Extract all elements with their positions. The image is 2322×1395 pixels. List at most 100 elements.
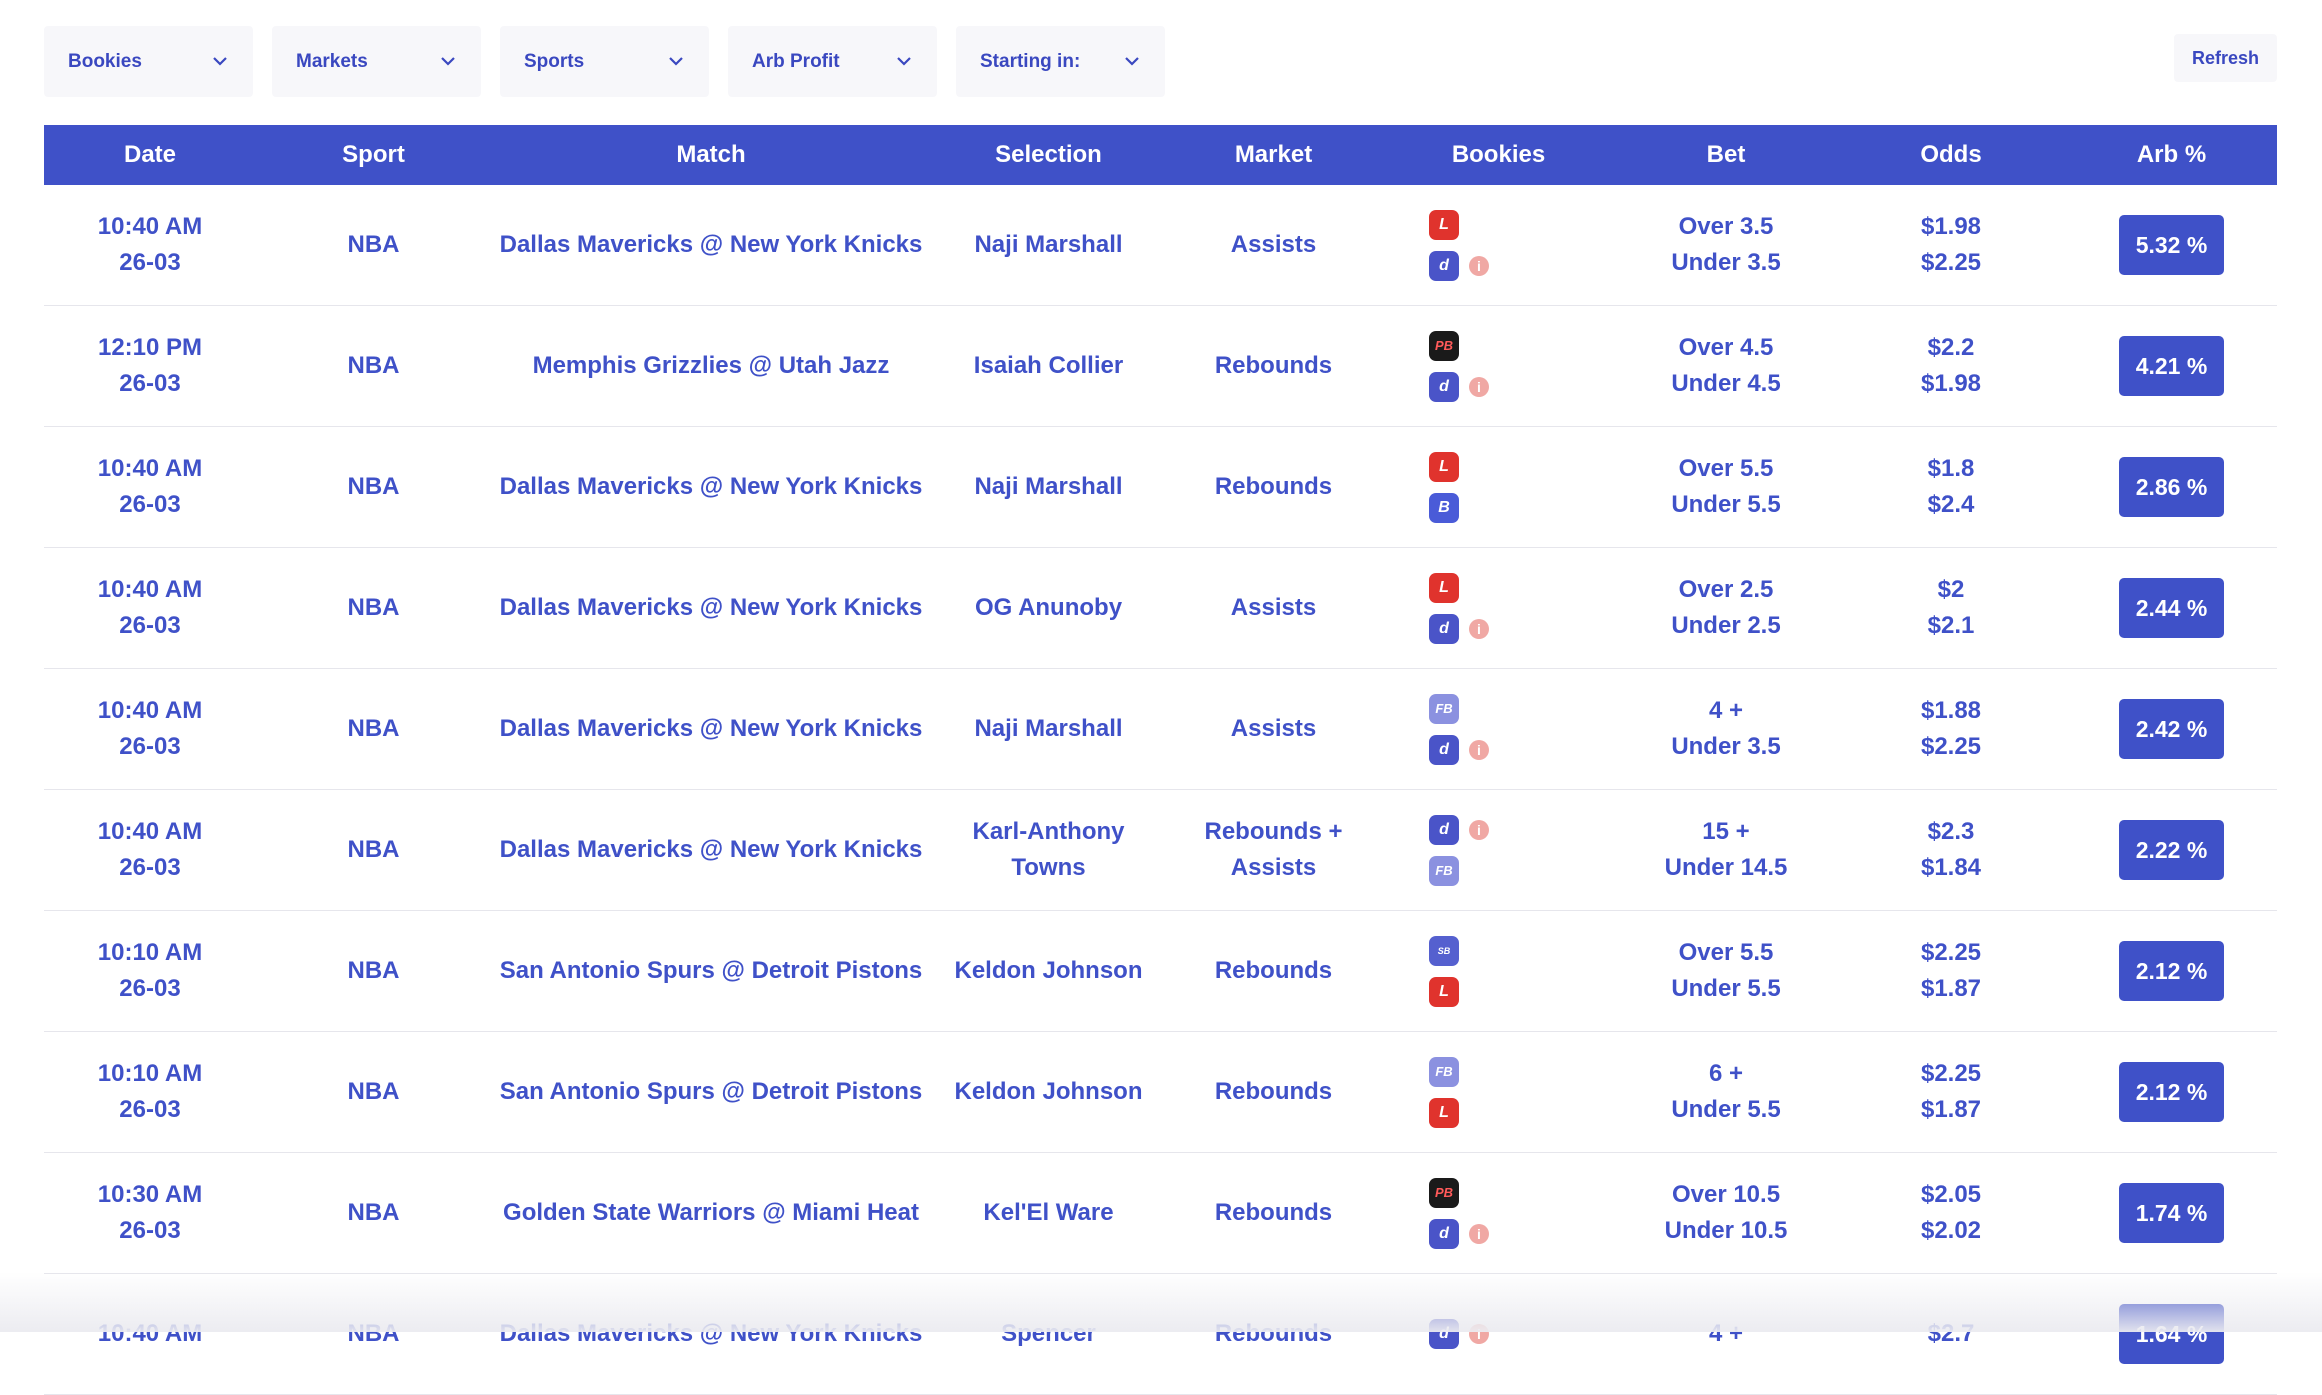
column-header-arb[interactable]: Arb % [2066, 141, 2277, 169]
odds-cell: $2.2 $1.98 [1836, 306, 2066, 426]
sportsbet-logo-icon[interactable]: SB [1429, 935, 1459, 966]
table-row[interactable]: 10:40 AM 26-03 NBA Dallas Mavericks @ New Y… [44, 790, 2277, 911]
table-header: Date Sport Match Selection Market Bookies Bet O… [44, 125, 2277, 185]
column-header-bet[interactable]: Bet [1616, 141, 1836, 169]
bookie-entry: PB [1429, 1177, 1459, 1208]
ladbrokes-logo-icon[interactable]: L [1429, 209, 1459, 240]
pointsbet-logo-icon[interactable]: PB [1429, 330, 1459, 361]
filter-dropdown-markets[interactable]: Markets [272, 26, 481, 97]
ladbrokes-logo-icon[interactable]: L [1429, 976, 1459, 1007]
filter-dropdown-sports[interactable]: Sports [500, 26, 709, 97]
bet-text: 15 + [1702, 818, 1750, 845]
column-header-date[interactable]: Date [44, 141, 256, 169]
odds-cell: $2.3 $1.84 [1836, 790, 2066, 910]
dabble-logo-icon[interactable]: d [1429, 371, 1459, 402]
fb-logo-icon[interactable]: FB [1429, 1056, 1459, 1087]
fb-logo-icon[interactable]: FB [1429, 855, 1459, 886]
selection-text: Naji Marshall [974, 231, 1123, 258]
arb-percent-button[interactable]: 2.12 % [2119, 941, 2224, 1001]
dabble-logo-icon[interactable]: d [1429, 250, 1459, 281]
dabble-logo-icon[interactable]: d [1429, 814, 1459, 845]
market-cell: Assists [1166, 548, 1381, 668]
table-row[interactable]: 10:10 AM 26-03 NBA San Antonio Spurs @ Detr… [44, 1032, 2277, 1153]
pointsbet-logo-icon[interactable]: PB [1429, 1177, 1459, 1208]
chevron-down-icon [437, 51, 459, 73]
bookie-entry: FB [1429, 693, 1459, 724]
table-row[interactable]: 10:40 AM 26-03 NBA Dallas Mavericks @ New Y… [44, 427, 2277, 548]
match-link[interactable]: Dallas Mavericks @ New York Knicks [491, 185, 931, 305]
arb-percent-button[interactable]: 2.44 % [2119, 578, 2224, 638]
bookies-cell: Ldi [1381, 548, 1616, 668]
chevron-down-icon [1121, 51, 1143, 73]
match-link[interactable]: San Antonio Spurs @ Detroit Pistons [491, 911, 931, 1031]
column-header-market[interactable]: Market [1166, 141, 1381, 169]
arb-cell: 2.44 % [2066, 548, 2277, 668]
filter-label: Markets [296, 50, 368, 72]
match-link[interactable]: Dallas Mavericks @ New York Knicks [491, 790, 931, 910]
date-cell: 10:40 AM 26-03 [44, 669, 256, 789]
info-icon[interactable]: i [1469, 739, 1489, 760]
bookie-entry: L [1429, 976, 1459, 1007]
dabble-logo-icon[interactable]: d [1429, 613, 1459, 644]
info-icon[interactable]: i [1469, 376, 1489, 397]
selection-cell: Naji Marshall [931, 427, 1166, 547]
selection-text: Towns [1011, 854, 1086, 881]
betr-logo-icon[interactable]: B [1429, 492, 1459, 523]
table-row[interactable]: 12:10 PM 26-03 NBA Memphis Grizzlies @ Utah… [44, 306, 2277, 427]
column-header-bookies[interactable]: Bookies [1381, 141, 1616, 169]
arb-percent-button[interactable]: 4.21 % [2119, 336, 2224, 396]
bet-text: Under 2.5 [1671, 612, 1781, 639]
info-icon[interactable]: i [1469, 819, 1489, 840]
market-text: Rebounds [1214, 473, 1333, 500]
bet-cell: 15 + Under 14.5 [1616, 790, 1836, 910]
match-link[interactable]: Dallas Mavericks @ New York Knicks [491, 1274, 931, 1394]
arb-percent-button[interactable]: 2.42 % [2119, 699, 2224, 759]
ladbrokes-logo-icon[interactable]: L [1429, 1097, 1459, 1128]
dabble-logo-icon[interactable]: d [1429, 1319, 1459, 1349]
ladbrokes-logo-icon[interactable]: L [1429, 572, 1459, 603]
refresh-button[interactable]: Refresh [2174, 34, 2277, 82]
column-header-sport[interactable]: Sport [256, 141, 491, 169]
column-header-odds[interactable]: Odds [1836, 141, 2066, 169]
filter-dropdown-arb-profit[interactable]: Arb Profit [728, 26, 937, 97]
table-row[interactable]: 10:40 AM 26-03 NBA Dallas Mavericks @ New Y… [44, 185, 2277, 306]
match-link[interactable]: Golden State Warriors @ Miami Heat [491, 1153, 931, 1273]
bookie-entry: B [1429, 492, 1459, 523]
table-row[interactable]: 10:40 AM 26-03 NBA Dallas Mavericks @ New Y… [44, 548, 2277, 669]
bet-text: Over 4.5 [1678, 334, 1774, 361]
market-text: Rebounds [1214, 1199, 1333, 1226]
table-row[interactable]: 10:40 AM NBA Dallas Mavericks @ New York K… [44, 1274, 2277, 1395]
filter-dropdown-starting-in[interactable]: Starting in: [956, 26, 1165, 97]
dabble-logo-icon[interactable]: d [1429, 1218, 1459, 1249]
bet-text: 6 + [1708, 1060, 1744, 1087]
arb-percent-button[interactable]: 1.64 % [2119, 1304, 2224, 1364]
time-text: 10:40 AM [97, 455, 203, 482]
ladbrokes-logo-icon[interactable]: L [1429, 451, 1459, 482]
fb-logo-icon[interactable]: FB [1429, 693, 1459, 724]
odds-text: $1.84 [1920, 854, 1982, 881]
arb-percent-button[interactable]: 2.22 % [2119, 820, 2224, 880]
table-row[interactable]: 10:10 AM 26-03 NBA San Antonio Spurs @ Detr… [44, 911, 2277, 1032]
filter-dropdown-bookies[interactable]: Bookies [44, 26, 253, 97]
table-row[interactable]: 10:40 AM 26-03 NBA Dallas Mavericks @ New Y… [44, 669, 2277, 790]
match-link[interactable]: San Antonio Spurs @ Detroit Pistons [491, 1032, 931, 1152]
market-cell: Assists [1166, 669, 1381, 789]
column-header-match[interactable]: Match [491, 141, 931, 169]
table-row[interactable]: 10:30 AM 26-03 NBA Golden State Warriors @ … [44, 1153, 2277, 1274]
arb-percent-button[interactable]: 2.12 % [2119, 1062, 2224, 1122]
info-icon[interactable]: i [1469, 618, 1489, 639]
match-link[interactable]: Dallas Mavericks @ New York Knicks [491, 548, 931, 668]
bookies-cell: d i FB [1381, 790, 1616, 910]
dabble-logo-icon[interactable]: d [1429, 734, 1459, 765]
info-icon[interactable]: i [1469, 1223, 1489, 1244]
match-link[interactable]: Memphis Grizzlies @ Utah Jazz [491, 306, 931, 426]
arb-percent-button[interactable]: 2.86 % [2119, 457, 2224, 517]
match-link[interactable]: Dallas Mavericks @ New York Knicks [491, 427, 931, 547]
column-header-selection[interactable]: Selection [931, 141, 1166, 169]
info-icon[interactable]: i [1469, 1324, 1489, 1344]
info-icon[interactable]: i [1469, 255, 1489, 276]
arb-percent-button[interactable]: 5.32 % [2119, 215, 2224, 275]
bookie-entry: di [1429, 814, 1489, 845]
arb-percent-button[interactable]: 1.74 % [2119, 1183, 2224, 1243]
match-link[interactable]: Dallas Mavericks @ New York Knicks [491, 669, 931, 789]
